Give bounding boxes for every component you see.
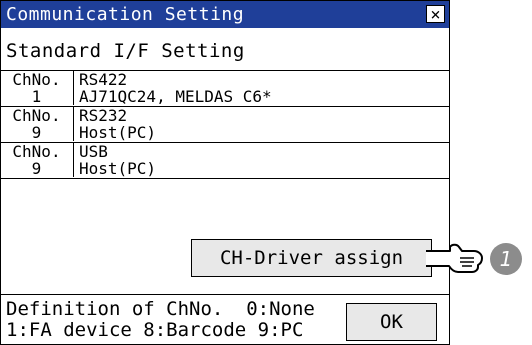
- driver-name: Host(PC): [79, 123, 157, 142]
- title-bar: Communication Setting ×: [1, 1, 449, 28]
- definition-line-1: Definition of ChNo. 0:None: [6, 298, 315, 320]
- channel-header-row: ChNo. RS422: [1, 71, 449, 88]
- channel-number: 9: [31, 159, 42, 178]
- ch-driver-assign-button[interactable]: CH-Driver assign: [191, 239, 432, 277]
- interface-name: RS232: [79, 106, 128, 125]
- interface-name: USB: [79, 142, 108, 161]
- divider: [1, 294, 449, 295]
- channel-value-row[interactable]: 9 Host(PC): [1, 124, 449, 141]
- channel-header-row: ChNo. RS232: [1, 107, 449, 124]
- channel-value-row[interactable]: 9 Host(PC): [1, 160, 449, 177]
- window-title: Communication Setting: [6, 4, 245, 25]
- section-title: Standard I/F Setting: [6, 40, 245, 62]
- channel-value-row[interactable]: 1 AJ71QC24, MELDAS C6*: [1, 88, 449, 105]
- driver-name: Host(PC): [79, 159, 157, 178]
- chno-definition-text: Definition of ChNo. 0:None 1:FA device 8…: [6, 299, 315, 341]
- chno-label: ChNo.: [12, 70, 61, 89]
- channel-header-row: ChNo. USB: [1, 143, 449, 160]
- chno-label: ChNo.: [12, 106, 61, 125]
- channel-number: 9: [31, 123, 42, 142]
- communication-setting-dialog: Communication Setting × Standard I/F Set…: [0, 0, 450, 345]
- divider: [1, 178, 449, 179]
- close-button[interactable]: ×: [426, 5, 445, 24]
- driver-name: AJ71QC24, MELDAS C6*: [79, 87, 272, 106]
- channel-number: 1: [31, 87, 42, 106]
- chno-label: ChNo.: [12, 142, 61, 161]
- pointing-hand-icon: [426, 243, 483, 273]
- definition-line-2: 1:FA device 8:Barcode 9:PC: [6, 319, 304, 341]
- interface-name: RS422: [79, 70, 128, 89]
- callout-marker: 1: [490, 243, 522, 275]
- ok-button[interactable]: OK: [346, 303, 437, 341]
